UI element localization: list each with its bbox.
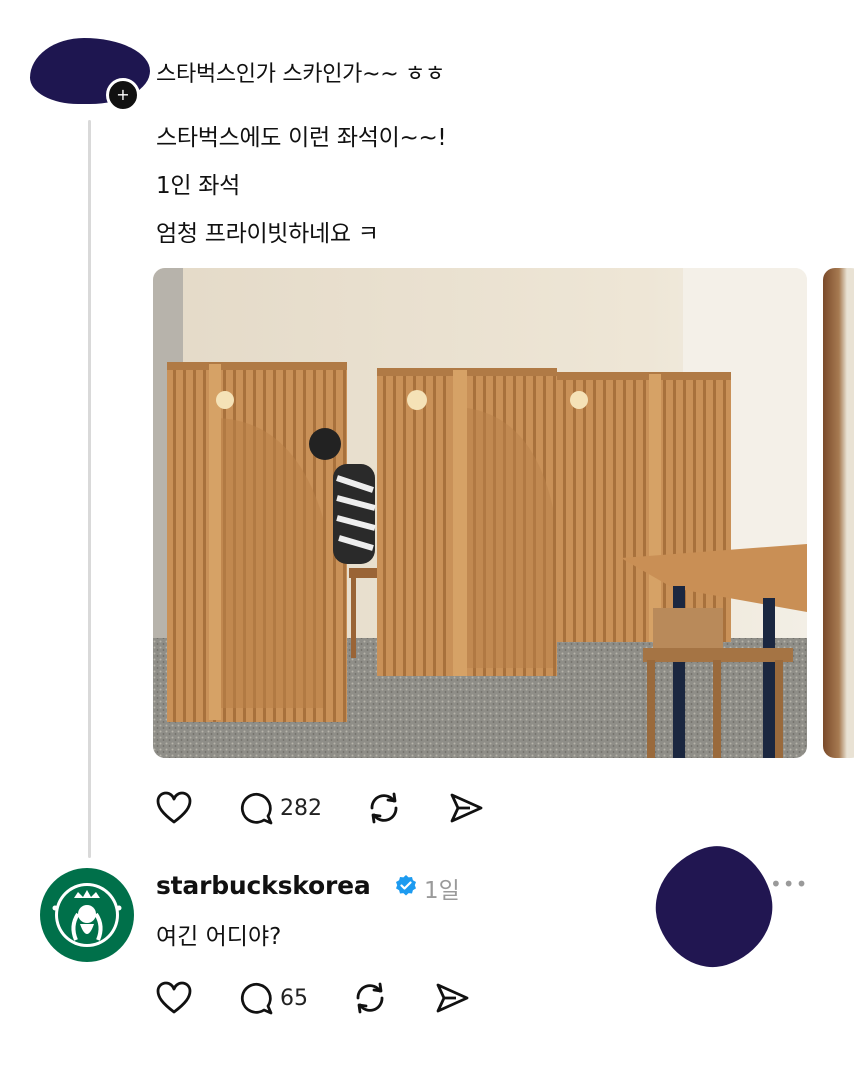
heart-icon <box>156 791 192 824</box>
repost-icon <box>370 792 398 824</box>
share-button[interactable] <box>448 790 484 826</box>
share-icon <box>450 793 483 823</box>
heart-icon <box>156 981 192 1014</box>
reply-repost-button[interactable] <box>352 980 388 1016</box>
reply-reply-count: 65 <box>280 985 308 1011</box>
comment-icon <box>240 792 273 825</box>
reply-share-button[interactable] <box>434 980 470 1016</box>
post-action-bar: 282 <box>156 790 530 826</box>
post-text-line-2: 1인 좌석 <box>156 173 240 199</box>
post-photo[interactable] <box>153 268 807 758</box>
reply-username[interactable]: starbuckskorea <box>156 871 371 900</box>
comment-icon <box>240 982 273 1015</box>
reply-count: 282 <box>280 795 322 821</box>
redacted-mark <box>640 832 788 982</box>
share-icon <box>436 983 469 1013</box>
thread-line <box>88 120 91 858</box>
more-icon[interactable]: ••• <box>770 872 808 896</box>
reply-button[interactable]: 282 <box>238 790 322 826</box>
post-text-line-3: 엄청 프라이빗하네요 ㅋ <box>156 221 379 247</box>
reply-text: 여긴 어디야? <box>156 924 282 950</box>
reply-like-button[interactable] <box>156 981 192 1015</box>
reply-action-bar: 65 <box>156 980 516 1016</box>
follow-plus-icon[interactable]: + <box>106 78 140 112</box>
reply-reply-button[interactable]: 65 <box>238 980 308 1016</box>
verified-badge-icon <box>396 875 416 896</box>
next-photo-peek[interactable] <box>823 268 854 758</box>
reply-time: 1일 <box>424 878 460 904</box>
starbucks-logo-avatar[interactable] <box>40 868 134 962</box>
like-button[interactable] <box>156 791 192 825</box>
repost-icon <box>356 982 384 1014</box>
cafe-booth-illustration <box>153 268 807 758</box>
repost-button[interactable] <box>366 790 402 826</box>
post-text-line-1: 스타벅스에도 이런 좌석이~~! <box>156 125 447 151</box>
post-title: 스타벅스인가 스카인가~~ ㅎㅎ <box>156 62 445 87</box>
